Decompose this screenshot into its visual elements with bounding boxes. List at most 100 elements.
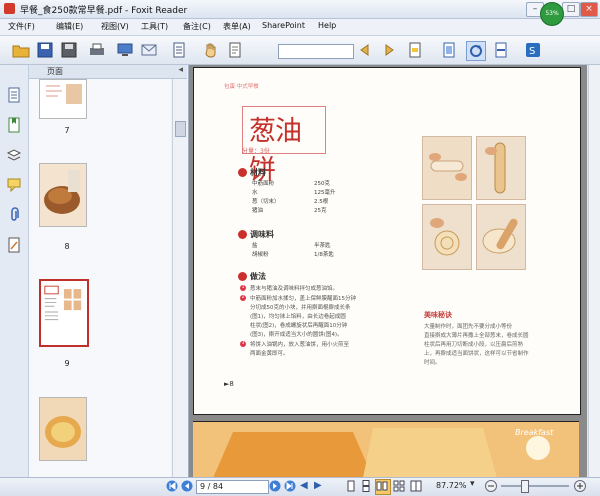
- last-page-icon[interactable]: [284, 480, 296, 492]
- page-number-input[interactable]: 9 / 84: [196, 480, 269, 494]
- forward-view-icon[interactable]: ▶: [314, 480, 322, 491]
- step-text: 分切成50克的小块，并用擀面棍擀成长条: [250, 305, 351, 311]
- find-previous-icon[interactable]: [356, 41, 374, 59]
- fit-page-icon[interactable]: [440, 41, 458, 59]
- attachments-panel-icon[interactable]: [6, 207, 22, 223]
- save-icon[interactable]: [36, 41, 54, 59]
- ingredient-qty: 2.5根: [314, 199, 329, 205]
- maximize-button[interactable]: □: [562, 2, 580, 17]
- next-page-icon[interactable]: [269, 480, 281, 492]
- fit-width-icon[interactable]: [492, 41, 510, 59]
- continuous-page-icon[interactable]: [360, 480, 372, 492]
- zoom-level[interactable]: 87.72%: [436, 481, 467, 490]
- toolbar: S: [0, 36, 600, 65]
- ingredient-name: 葱（切末）: [252, 199, 280, 205]
- thumbnail-page-7[interactable]: [39, 79, 87, 119]
- menu-help[interactable]: Help: [318, 21, 336, 30]
- thumbnail-list: 7 8 9: [29, 79, 171, 477]
- email-icon[interactable]: [140, 41, 158, 59]
- page-select-icon[interactable]: [170, 41, 188, 59]
- open-folder-icon[interactable]: [12, 41, 30, 59]
- navigation-pane: 页面 ◂ 7 8 9: [0, 65, 189, 477]
- side-icon-bar: [0, 65, 29, 477]
- thumbnail-scroll-thumb[interactable]: [175, 121, 186, 137]
- pages-panel-icon[interactable]: [6, 87, 22, 103]
- facing-page-icon[interactable]: [375, 479, 391, 495]
- step-number: 2: [240, 295, 246, 301]
- text-select-icon[interactable]: [226, 41, 244, 59]
- zoom-in-icon[interactable]: [574, 480, 586, 492]
- status-bar: 9 / 84 ◀ ▶ 87.72% ▾: [0, 477, 600, 496]
- tip-heading: 美味秘诀: [424, 311, 452, 319]
- zoom-slider-track[interactable]: [501, 485, 569, 487]
- close-button[interactable]: ×: [580, 2, 598, 17]
- signatures-panel-icon[interactable]: [6, 237, 22, 253]
- ingredient-name: 中筋面粉: [252, 181, 275, 187]
- step-photo-1: [422, 136, 472, 200]
- seasoning-qty: 1/8茶匙: [314, 252, 334, 258]
- document-scrollbar[interactable]: [588, 65, 600, 477]
- save-as-icon[interactable]: [60, 41, 78, 59]
- seasoning-name: 盐: [252, 243, 258, 249]
- menu-tools[interactable]: 工具(T): [141, 21, 168, 32]
- pdf-page-10: Breakfast: [193, 421, 579, 477]
- step-number: 1: [240, 285, 246, 291]
- sharepoint-icon[interactable]: S: [524, 41, 542, 59]
- tip-text: 柱状后再用刀切断成小段，以压扁后煎熟: [424, 342, 524, 348]
- step-text: (图3)，擀开成适当大小的圆饼(图4)。: [250, 332, 343, 338]
- zoom-slider-handle[interactable]: [521, 480, 529, 493]
- tip-text: 大量制作时，面团先不要分成小等份: [424, 324, 513, 330]
- document-view[interactable]: 包蛋 中式早餐 葱油饼 分量：3份 材料 中筋面粉 250克 水 125毫升 葱…: [189, 65, 587, 477]
- highlight-icon[interactable]: [406, 41, 424, 59]
- monitor-icon[interactable]: [116, 41, 134, 59]
- seasoning-heading: 调味料: [250, 230, 274, 239]
- seasoning-qty: 半茶匙: [314, 243, 331, 249]
- find-next-icon[interactable]: [380, 41, 398, 59]
- first-page-icon[interactable]: [166, 480, 178, 492]
- method-heading: 做法: [250, 272, 266, 281]
- comments-panel-icon[interactable]: [6, 177, 22, 193]
- menu-forms[interactable]: 表单(A): [223, 21, 251, 32]
- tip-text: 直接擀成大薄片再撒上全部葱末，卷成长圆: [424, 333, 529, 339]
- menu-file[interactable]: 文件(F): [8, 21, 35, 32]
- thumbnail-page-10[interactable]: [39, 397, 87, 461]
- step-photo-2: [476, 136, 526, 200]
- page-header-note: 包蛋 中式早餐: [224, 84, 259, 90]
- section-marker-icon: [238, 230, 247, 239]
- rotate-icon[interactable]: [466, 41, 486, 61]
- menu-edit[interactable]: 编辑(E): [56, 21, 83, 32]
- print-icon[interactable]: [88, 41, 106, 59]
- svg-text:S: S: [529, 46, 535, 57]
- progress-badge: 53%: [540, 2, 564, 26]
- zoom-dropdown-icon[interactable]: ▾: [470, 479, 475, 489]
- panel-collapse-icon[interactable]: ◂: [178, 65, 183, 75]
- pdf-page-9: 包蛋 中式早餐 葱油饼 分量：3份 材料 中筋面粉 250克 水 125毫升 葱…: [193, 67, 581, 415]
- window-title: 早餐_食250款常早餐.pdf - Foxit Reader: [20, 6, 188, 16]
- split-view-icon[interactable]: [410, 480, 422, 492]
- title-bar: 早餐_食250款常早餐.pdf - Foxit Reader – □ ×: [0, 0, 600, 19]
- thumbnail-page-8[interactable]: [39, 163, 87, 227]
- back-view-icon[interactable]: ◀: [300, 480, 308, 491]
- thumbnail-scrollbar[interactable]: [172, 79, 187, 477]
- single-page-icon[interactable]: [345, 480, 357, 492]
- thumbnail-page-9[interactable]: [39, 279, 89, 347]
- hand-tool-icon[interactable]: [202, 41, 220, 59]
- ingredient-qty: 250克: [314, 181, 330, 187]
- menu-sharepoint[interactable]: SharePoint: [262, 21, 305, 30]
- serving-size: 分量：3份: [242, 148, 270, 155]
- bookmarks-panel-icon[interactable]: [6, 117, 22, 133]
- continuous-facing-icon[interactable]: [393, 480, 405, 492]
- step-text: 两面金黄即可。: [250, 351, 289, 357]
- menu-view[interactable]: 视图(V): [101, 21, 129, 32]
- step-text: (图1)，均匀抹上馅料，由长边卷起成圆: [250, 314, 346, 320]
- menu-comments[interactable]: 备注(C): [183, 21, 211, 32]
- section-marker-icon: [238, 168, 247, 177]
- zoom-out-icon[interactable]: [485, 480, 497, 492]
- foxit-app-icon: [4, 3, 15, 14]
- previous-page-icon[interactable]: [181, 480, 193, 492]
- step-text: 中筋面粉加水揉匀，盖上保鲜膜醒面15分钟: [250, 296, 356, 302]
- thumbnail-label: 7: [64, 126, 70, 135]
- section-marker-icon: [238, 272, 247, 281]
- find-input[interactable]: [278, 44, 354, 59]
- layers-panel-icon[interactable]: [6, 147, 22, 163]
